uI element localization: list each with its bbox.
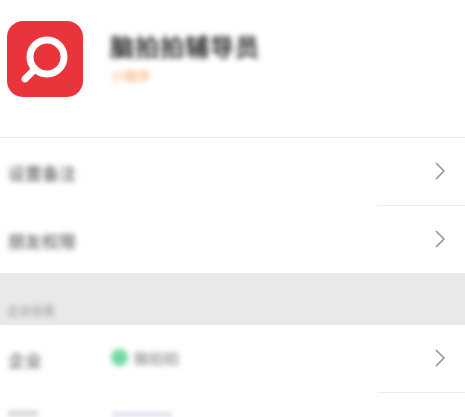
next-row-partial-value: [112, 412, 172, 417]
status-dot: [111, 349, 128, 366]
contact-subtitle: 小程序: [111, 70, 151, 85]
contact-header: 脑拍拍辅导员 小程序: [0, 0, 465, 137]
row-value: 脑拍拍: [134, 350, 180, 368]
contact-name: 脑拍拍辅导员: [110, 34, 260, 62]
row-label: 设置备注: [8, 165, 76, 185]
chevron-right-icon: [435, 349, 445, 367]
divider: [378, 392, 465, 393]
app-avatar[interactable]: [7, 21, 83, 97]
chevron-right-icon: [435, 230, 445, 248]
chevron-right-icon: [435, 162, 445, 180]
row-label: 朋友权限: [8, 233, 76, 253]
section-header: 企业信息: [0, 273, 465, 325]
row-set-remark[interactable]: 设置备注: [0, 138, 465, 205]
section-label: 企业信息: [7, 304, 56, 318]
row-label: 企业: [8, 352, 42, 372]
search-magnifier-icon: [21, 36, 68, 83]
row-company[interactable]: 企业 脑拍拍: [0, 325, 465, 392]
next-row-partial: [8, 410, 38, 417]
row-friend-permission[interactable]: 朋友权限: [0, 206, 465, 273]
